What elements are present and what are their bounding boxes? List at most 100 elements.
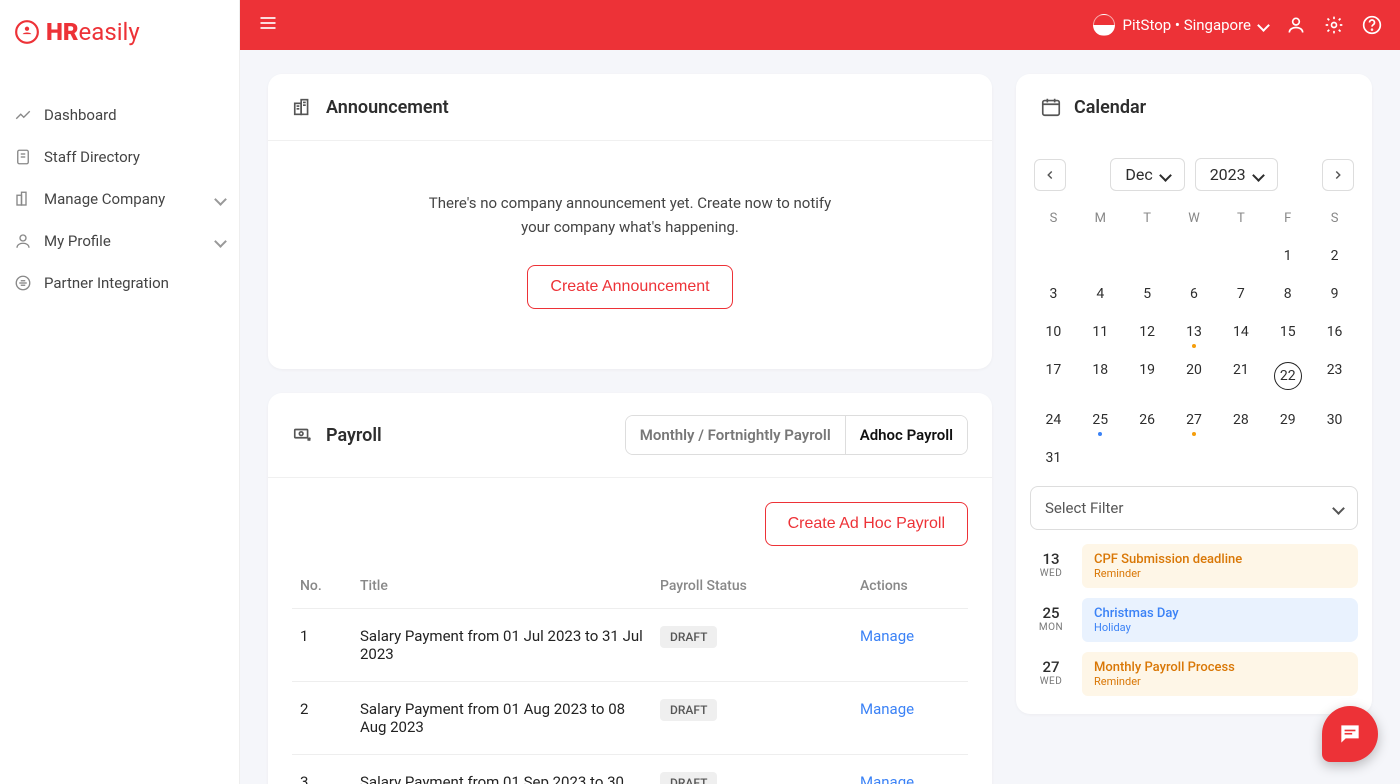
calendar-day[interactable]: 11 (1077, 318, 1124, 346)
calendar-day[interactable]: 16 (1311, 318, 1358, 346)
col-actions: Actions (852, 564, 968, 609)
calendar-day[interactable]: 6 (1171, 280, 1218, 308)
tenant-switcher[interactable]: PitStop • Singapore (1093, 14, 1268, 36)
nav-icon (14, 148, 32, 166)
table-row: 2Salary Payment from 01 Aug 2023 to 08 A… (292, 682, 968, 755)
col-title: Title (352, 564, 652, 609)
calendar-day[interactable]: 15 (1264, 318, 1311, 346)
cell-status: DRAFT (652, 609, 852, 682)
gear-icon[interactable] (1324, 15, 1344, 35)
nav-icon (14, 190, 32, 208)
status-badge: DRAFT (660, 772, 717, 784)
nav-icon (14, 106, 32, 124)
calendar-icon (1040, 96, 1062, 118)
sidebar-item-my-profile[interactable]: My Profile (0, 220, 239, 262)
calendar-day[interactable]: 23 (1311, 356, 1358, 396)
help-icon[interactable] (1362, 15, 1382, 35)
calendar-day[interactable]: 1 (1264, 242, 1311, 270)
chevron-down-icon (1254, 165, 1263, 184)
status-badge: DRAFT (660, 626, 717, 648)
calendar-prev-button[interactable] (1034, 159, 1066, 191)
calendar-next-button[interactable] (1322, 159, 1354, 191)
dow-label: T (1124, 205, 1171, 232)
calendar-day[interactable]: 13 (1171, 318, 1218, 346)
payroll-card: Payroll Monthly / Fortnightly Payroll Ad… (268, 393, 992, 784)
sidebar: HReasily Dashboard Staff Directory Manage … (0, 0, 240, 784)
calendar-day[interactable]: 30 (1311, 406, 1358, 434)
table-row: 1Salary Payment from 01 Jul 2023 to 31 J… (292, 609, 968, 682)
sidebar-item-dashboard[interactable]: Dashboard (0, 94, 239, 136)
calendar-day[interactable]: 28 (1217, 406, 1264, 434)
calendar-day[interactable]: 19 (1124, 356, 1171, 396)
cell-no: 2 (292, 682, 352, 755)
table-row: 3Salary Payment from 01 Sep 2023 to 30 S… (292, 755, 968, 784)
calendar-day[interactable]: 18 (1077, 356, 1124, 396)
calendar-day[interactable]: 8 (1264, 280, 1311, 308)
cell-no: 3 (292, 755, 352, 784)
calendar-day[interactable]: 7 (1217, 280, 1264, 308)
event-date: 13WED (1030, 544, 1072, 588)
event-date: 25MON (1030, 598, 1072, 642)
event-type: Reminder (1094, 675, 1346, 688)
calendar-day[interactable]: 2 (1311, 242, 1358, 270)
sidebar-item-staff-directory[interactable]: Staff Directory (0, 136, 239, 178)
tab-adhoc[interactable]: Adhoc Payroll (845, 416, 967, 454)
calendar-day[interactable]: 14 (1217, 318, 1264, 346)
user-icon[interactable] (1286, 15, 1306, 35)
calendar-event[interactable]: 25MON Christmas DayHoliday (1030, 598, 1358, 642)
calendar-day[interactable]: 10 (1030, 318, 1077, 346)
tenant-name: PitStop • Singapore (1123, 16, 1251, 34)
create-announcement-button[interactable]: Create Announcement (527, 265, 732, 309)
event-title: Christmas Day (1094, 606, 1346, 621)
topbar: PitStop • Singapore (240, 0, 1400, 50)
cell-no: 1 (292, 609, 352, 682)
manage-link[interactable]: Manage (860, 627, 914, 645)
calendar-day[interactable]: 29 (1264, 406, 1311, 434)
year-selector[interactable]: 2023 (1195, 158, 1278, 191)
calendar-day[interactable]: 31 (1030, 444, 1077, 472)
calendar-filter[interactable]: Select Filter (1030, 486, 1358, 530)
calendar-day[interactable]: 26 (1124, 406, 1171, 434)
tab-monthly[interactable]: Monthly / Fortnightly Payroll (626, 416, 845, 454)
sidebar-item-label: Staff Directory (44, 148, 140, 166)
event-date: 27WED (1030, 652, 1072, 696)
announcement-empty-text: There's no company announcement yet. Cre… (415, 191, 845, 239)
dow-label: S (1311, 205, 1358, 232)
sidebar-item-partner-integration[interactable]: Partner Integration (0, 262, 239, 304)
calendar-day[interactable]: 21 (1217, 356, 1264, 396)
calendar-day[interactable]: 27 (1171, 406, 1218, 434)
chevron-down-icon (216, 232, 225, 250)
hamburger-icon[interactable] (258, 13, 278, 38)
calendar-day[interactable]: 25 (1077, 406, 1124, 434)
calendar-day[interactable]: 17 (1030, 356, 1077, 396)
calendar-day[interactable]: 12 (1124, 318, 1171, 346)
calendar-day[interactable]: 3 (1030, 280, 1077, 308)
calendar-event[interactable]: 13WEDCPF Submission deadlineReminder (1030, 544, 1358, 588)
create-adhoc-payroll-button[interactable]: Create Ad Hoc Payroll (765, 502, 968, 546)
month-selector[interactable]: Dec (1110, 158, 1184, 191)
sidebar-item-label: My Profile (44, 232, 111, 250)
chevron-down-icon (1259, 16, 1268, 34)
calendar-day[interactable]: 20 (1171, 356, 1218, 396)
brand-logo[interactable]: HReasily (0, 0, 239, 64)
chat-fab[interactable] (1322, 706, 1378, 762)
status-badge: DRAFT (660, 699, 717, 721)
event-type: Holiday (1094, 621, 1346, 634)
event-title: Monthly Payroll Process (1094, 660, 1346, 675)
brand-icon (14, 19, 40, 45)
manage-link[interactable]: Manage (860, 700, 914, 718)
brand-text: HReasily (46, 18, 140, 46)
dow-label: T (1217, 205, 1264, 232)
calendar-day[interactable]: 4 (1077, 280, 1124, 308)
announcement-icon (292, 96, 314, 118)
calendar-day[interactable]: 5 (1124, 280, 1171, 308)
sidebar-nav: Dashboard Staff Directory Manage Company My… (0, 64, 239, 304)
calendar-day[interactable]: 24 (1030, 406, 1077, 434)
dow-label: W (1171, 205, 1218, 232)
sidebar-item-manage-company[interactable]: Manage Company (0, 178, 239, 220)
calendar-day[interactable]: 9 (1311, 280, 1358, 308)
calendar-event[interactable]: 27WED Monthly Payroll ProcessReminder (1030, 652, 1358, 696)
manage-link[interactable]: Manage (860, 773, 914, 784)
payroll-tabs: Monthly / Fortnightly Payroll Adhoc Payr… (625, 415, 968, 455)
calendar-day[interactable]: 22 (1264, 356, 1311, 396)
